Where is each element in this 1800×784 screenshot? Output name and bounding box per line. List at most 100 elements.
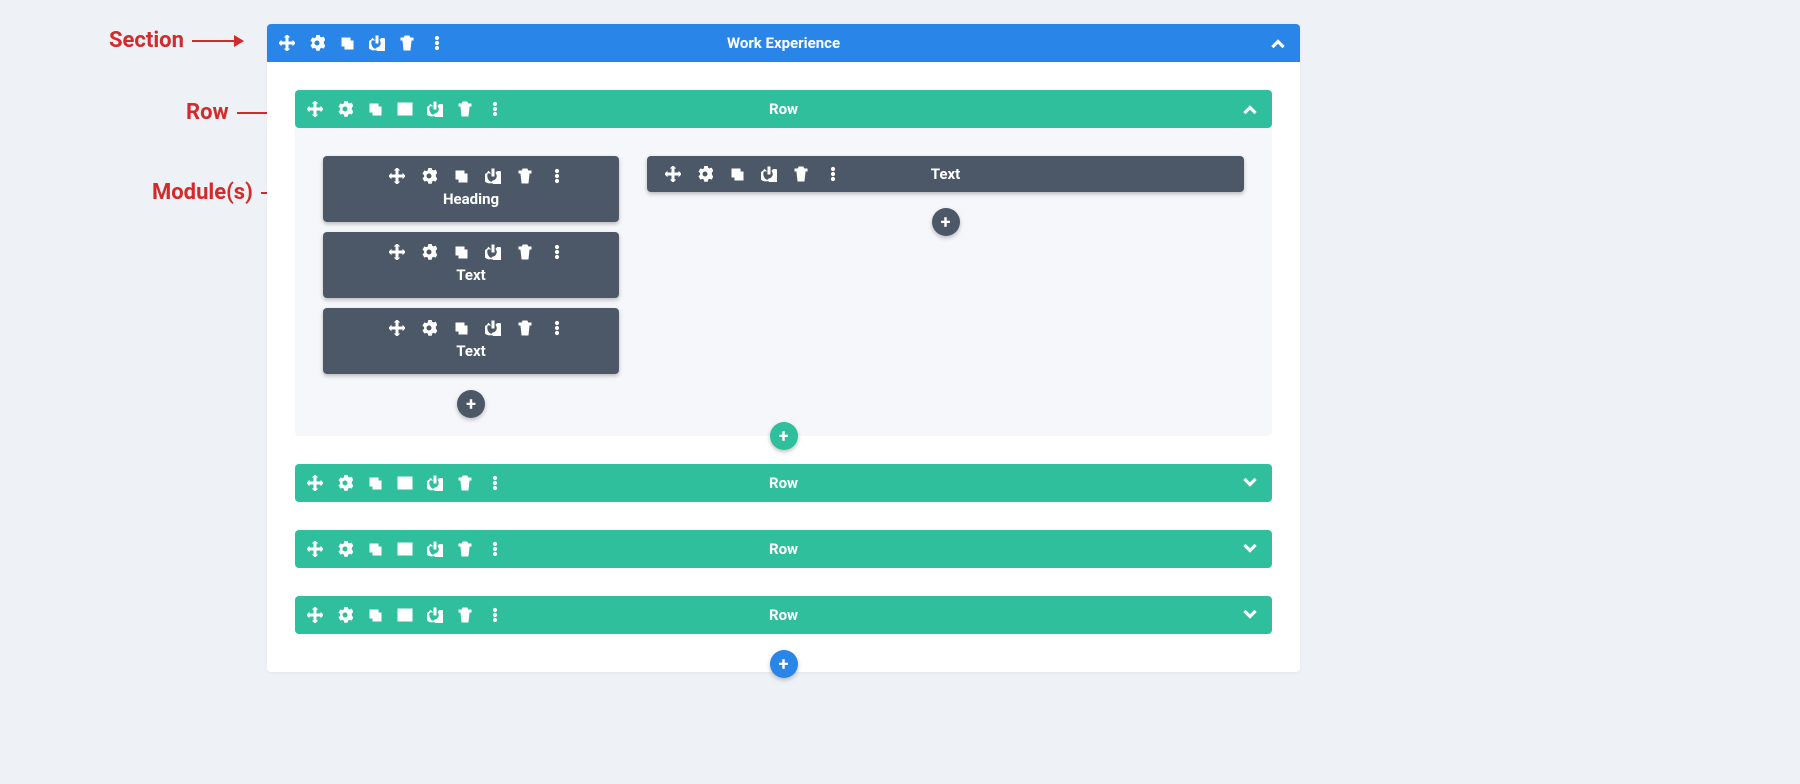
section-footer: + — [267, 654, 1300, 672]
more-vertical-icon[interactable] — [549, 244, 565, 260]
power-icon[interactable] — [427, 607, 443, 623]
module-text[interactable]: Text — [323, 232, 619, 298]
move-icon[interactable] — [389, 244, 405, 260]
duplicate-icon[interactable] — [367, 541, 383, 557]
module-heading[interactable]: Heading — [323, 156, 619, 222]
power-icon[interactable] — [761, 166, 777, 182]
module-toolbar — [333, 244, 609, 260]
trash-icon[interactable] — [399, 35, 415, 51]
chevron-down-icon[interactable] — [1242, 541, 1258, 557]
gear-icon[interactable] — [337, 607, 353, 623]
column-left: Heading Text — [323, 156, 619, 418]
trash-icon[interactable] — [517, 320, 533, 336]
columns-icon[interactable] — [397, 541, 413, 557]
builder-container: Work Experience Row — [267, 24, 1300, 672]
duplicate-icon[interactable] — [367, 607, 383, 623]
gear-icon[interactable] — [337, 101, 353, 117]
power-icon[interactable] — [485, 244, 501, 260]
add-row-button[interactable]: + — [770, 422, 798, 450]
chevron-down-icon[interactable] — [1242, 607, 1258, 623]
gear-icon[interactable] — [337, 541, 353, 557]
module-label: Text — [333, 266, 609, 284]
power-icon[interactable] — [427, 475, 443, 491]
collapsed-rows: Row Row — [295, 464, 1272, 634]
annotation-section: Section — [109, 28, 242, 53]
module-text[interactable]: Text — [323, 308, 619, 374]
module-toolbar — [661, 166, 841, 182]
row-bar-collapsed[interactable]: Row — [295, 464, 1272, 502]
move-icon[interactable] — [665, 166, 681, 182]
duplicate-icon[interactable] — [453, 168, 469, 184]
trash-icon[interactable] — [793, 166, 809, 182]
more-vertical-icon[interactable] — [429, 35, 445, 51]
row-bar-collapsed[interactable]: Row — [295, 530, 1272, 568]
gear-icon[interactable] — [697, 166, 713, 182]
power-icon[interactable] — [485, 320, 501, 336]
row-bar-collapsed[interactable]: Row — [295, 596, 1272, 634]
add-module-button[interactable]: + — [457, 390, 485, 418]
trash-icon[interactable] — [457, 541, 473, 557]
duplicate-icon[interactable] — [453, 320, 469, 336]
move-icon[interactable] — [279, 35, 295, 51]
trash-icon[interactable] — [457, 475, 473, 491]
duplicate-icon[interactable] — [729, 166, 745, 182]
move-icon[interactable] — [307, 541, 323, 557]
gear-icon[interactable] — [309, 35, 325, 51]
chevron-down-icon[interactable] — [1242, 475, 1258, 491]
row-body: Heading Text — [295, 128, 1272, 436]
more-vertical-icon[interactable] — [487, 475, 503, 491]
power-icon[interactable] — [427, 541, 443, 557]
add-section-button[interactable]: + — [770, 650, 798, 678]
power-icon[interactable] — [427, 101, 443, 117]
more-vertical-icon[interactable] — [487, 541, 503, 557]
gear-icon[interactable] — [421, 320, 437, 336]
trash-icon[interactable] — [517, 244, 533, 260]
row-toolbar — [295, 607, 503, 623]
add-module-button[interactable]: + — [932, 208, 960, 236]
chevron-up-icon[interactable] — [1270, 35, 1286, 51]
annotation-row-label: Row — [186, 100, 229, 125]
section-bar[interactable]: Work Experience — [267, 24, 1300, 62]
more-vertical-icon[interactable] — [487, 607, 503, 623]
columns-icon[interactable] — [397, 475, 413, 491]
gear-icon[interactable] — [421, 244, 437, 260]
gear-icon[interactable] — [337, 475, 353, 491]
trash-icon[interactable] — [457, 607, 473, 623]
more-vertical-icon[interactable] — [549, 320, 565, 336]
more-vertical-icon[interactable] — [549, 168, 565, 184]
move-icon[interactable] — [307, 475, 323, 491]
columns-icon[interactable] — [397, 101, 413, 117]
row-expanded: Row — [295, 90, 1272, 436]
arrow-icon — [192, 40, 242, 42]
module-label: Heading — [333, 190, 609, 208]
more-vertical-icon[interactable] — [487, 101, 503, 117]
module-label: Text — [333, 342, 609, 360]
duplicate-icon[interactable] — [339, 35, 355, 51]
section-toolbar — [267, 35, 445, 51]
more-vertical-icon[interactable] — [825, 166, 841, 182]
module-toolbar — [333, 320, 609, 336]
annotation-modules-label: Module(s) — [152, 180, 253, 205]
annotation-section-label: Section — [109, 28, 184, 53]
duplicate-icon[interactable] — [453, 244, 469, 260]
module-text[interactable]: Text — [647, 156, 1244, 192]
move-icon[interactable] — [389, 168, 405, 184]
section-body: Row — [267, 62, 1300, 654]
duplicate-icon[interactable] — [367, 475, 383, 491]
move-icon[interactable] — [307, 607, 323, 623]
move-icon[interactable] — [307, 101, 323, 117]
columns-icon[interactable] — [397, 607, 413, 623]
trash-icon[interactable] — [457, 101, 473, 117]
move-icon[interactable] — [389, 320, 405, 336]
row-toolbar — [295, 101, 503, 117]
duplicate-icon[interactable] — [367, 101, 383, 117]
power-icon[interactable] — [485, 168, 501, 184]
row-toolbar — [295, 541, 503, 557]
chevron-up-icon[interactable] — [1242, 101, 1258, 117]
row-bar[interactable]: Row — [295, 90, 1272, 128]
module-toolbar — [333, 168, 609, 184]
row-toolbar — [295, 475, 503, 491]
power-icon[interactable] — [369, 35, 385, 51]
trash-icon[interactable] — [517, 168, 533, 184]
gear-icon[interactable] — [421, 168, 437, 184]
